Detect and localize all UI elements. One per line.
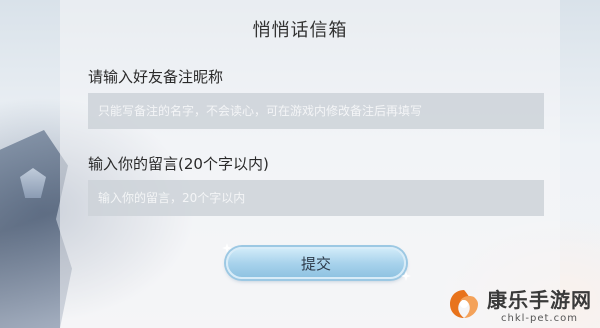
watermark-url: chkl-pet.com: [501, 313, 578, 324]
site-watermark: 康乐手游网 chkl-pet.com: [447, 284, 592, 324]
message-label: 输入你的留言(20个字以内): [88, 155, 269, 173]
nickname-label: 请输入好友备注昵称: [88, 68, 224, 86]
watermark-logo-icon: [447, 287, 481, 321]
submit-button[interactable]: 提交: [226, 247, 406, 279]
watermark-name: 康乐手游网: [487, 288, 592, 312]
nickname-input[interactable]: [88, 93, 544, 129]
message-input[interactable]: [88, 180, 544, 216]
dialog-title: 悄悄话信箱: [252, 20, 348, 41]
